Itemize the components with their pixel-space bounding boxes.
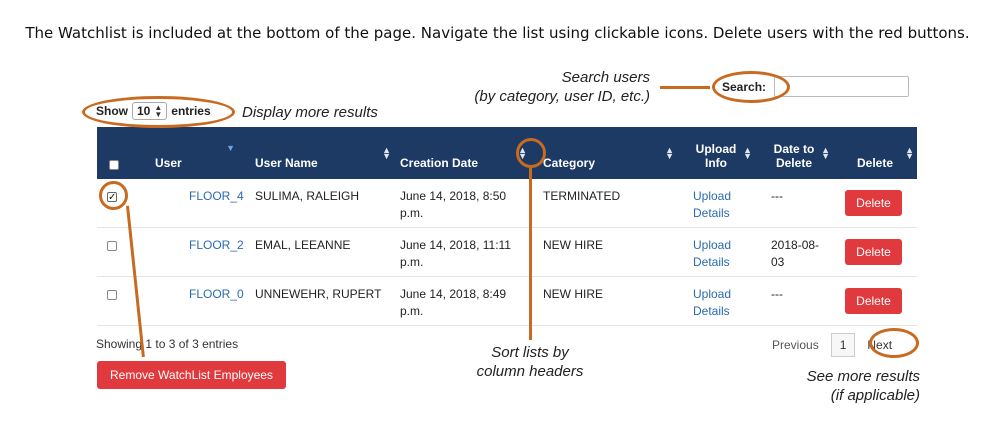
upload-details-line2: Details (693, 304, 730, 318)
header-category[interactable]: Category ▲ ▼ (537, 127, 677, 179)
creation-date-cell: June 14, 2018, 8:49 p.m. (394, 277, 537, 325)
sort-icon: ▲ ▼ (821, 145, 830, 161)
category-cell: NEW HIRE (543, 238, 603, 252)
sort-icon: ▲ ▼ (743, 145, 752, 161)
header-user-label: User (155, 156, 182, 170)
sort-highlight-ring (516, 138, 546, 168)
user-name-cell: SULIMA, RALEIGH (255, 189, 360, 203)
user-link[interactable]: FLOOR_2 (189, 238, 244, 252)
category-cell: TERMINATED (543, 189, 621, 203)
sort-icon: ▲ ▼ (905, 145, 914, 161)
table-body: FLOOR_4 SULIMA, RALEIGH June 14, 2018, 8… (97, 179, 917, 326)
search-callout: Search users (by category, user ID, etc.… (450, 68, 650, 106)
date-to-delete-line2: 03 (771, 255, 785, 269)
upload-details-line2: Details (693, 255, 730, 269)
delete-button[interactable]: Delete (845, 288, 902, 314)
show-entries-highlight-ring (82, 96, 235, 128)
checkbox-highlight-ring (99, 181, 128, 210)
date-to-delete-cell: 2018-08- 03 (755, 228, 833, 276)
header-delete-label: Delete (856, 156, 894, 170)
table-row: FLOOR_4 SULIMA, RALEIGH June 14, 2018, 8… (97, 179, 917, 228)
search-callout-line2: (by category, user ID, etc.) (474, 88, 650, 105)
page-1-button[interactable]: 1 (830, 333, 856, 357)
header-user[interactable]: User ▼ (137, 127, 249, 179)
date-to-delete-line1: --- (771, 287, 783, 301)
previous-button[interactable]: Previous (766, 338, 831, 352)
watchlist-table: User ▼ User Name ▲ ▼ Creation Date ▲ ▼ Cat… (97, 127, 917, 326)
creation-date-cell: June 14, 2018, 11:11 p.m. (394, 228, 537, 276)
upload-details-line2: Details (693, 206, 730, 220)
creation-date-cell: June 14, 2018, 8:50 p.m. (394, 179, 537, 227)
date-to-delete-cell: --- (755, 179, 833, 227)
category-cell: NEW HIRE (543, 287, 603, 301)
upload-details-line1: Upload (693, 287, 732, 301)
table-row: FLOOR_2 EMAL, LEEANNE June 14, 2018, 11:… (97, 228, 917, 277)
header-date-to-delete[interactable]: Date to Delete ▲ ▼ (755, 127, 833, 179)
creation-date-line2: p.m. (400, 206, 424, 220)
remove-watchlist-button[interactable]: Remove WatchList Employees (97, 361, 286, 389)
search-callout-line (660, 86, 710, 89)
date-to-delete-cell: --- (755, 277, 833, 325)
header-user-name-label: User Name (255, 156, 318, 170)
table-info: Showing 1 to 3 of 3 entries (96, 337, 239, 351)
header-user-name[interactable]: User Name ▲ ▼ (249, 127, 394, 179)
display-more-callout: Display more results (242, 104, 378, 121)
header-upload-info-line2: Info (704, 156, 727, 170)
creation-date-line2: p.m. (400, 304, 424, 318)
header-date-to-delete-line2: Delete (775, 156, 812, 170)
sort-connector-line (529, 168, 532, 340)
user-name-cell: EMAL, LEEANNE (255, 238, 351, 252)
creation-date-line1: June 14, 2018, 8:50 (400, 189, 507, 203)
sort-desc-icon: ▼ (226, 143, 235, 153)
date-to-delete-line1: 2018-08- (771, 238, 820, 252)
header-creation-date-label: Creation Date (400, 156, 479, 170)
sort-icon: ▲ ▼ (382, 145, 391, 161)
search-callout-line1: Search users (561, 69, 650, 86)
header-category-label: Category (543, 156, 596, 170)
upload-details-link[interactable]: Upload Details (677, 228, 755, 276)
creation-date-line1: June 14, 2018, 11:11 (400, 238, 511, 252)
delete-button[interactable]: Delete (845, 239, 902, 265)
header-upload-info-line1: Upload (695, 142, 737, 156)
see-more-callout: See more results (if applicable) (760, 367, 920, 405)
upload-details-link[interactable]: Upload Details (677, 179, 755, 227)
see-more-callout-line2: (if applicable) (830, 387, 920, 404)
header-select-all[interactable] (97, 127, 137, 179)
sort-callout-line1: Sort lists by (491, 344, 569, 361)
creation-date-line2: p.m. (400, 255, 424, 269)
date-to-delete-line1: --- (771, 189, 783, 203)
search-highlight-ring (712, 71, 790, 103)
header-date-to-delete-label: Date to Delete (774, 142, 815, 170)
sort-icon: ▲ ▼ (665, 145, 674, 161)
user-link[interactable]: FLOOR_4 (189, 189, 244, 203)
upload-details-link[interactable]: Upload Details (677, 277, 755, 325)
row-checkbox[interactable] (107, 290, 117, 300)
header-delete[interactable]: Delete ▲ ▼ (833, 127, 917, 179)
search-input[interactable] (774, 76, 910, 97)
user-name-cell: UNNEWEHR, RUPERT (255, 287, 382, 301)
header-upload-info-label: Upload Info (696, 142, 737, 170)
next-highlight-ring (869, 328, 919, 358)
user-link[interactable]: FLOOR_0 (189, 287, 244, 301)
instruction-text: The Watchlist is included at the bottom … (25, 24, 970, 42)
row-checkbox[interactable] (107, 241, 117, 251)
creation-date-line1: June 14, 2018, 8:49 (400, 287, 507, 301)
delete-button[interactable]: Delete (845, 190, 902, 216)
upload-details-line1: Upload (693, 238, 732, 252)
select-all-checkbox[interactable] (109, 160, 119, 170)
table-row: FLOOR_0 UNNEWEHR, RUPERT June 14, 2018, … (97, 277, 917, 326)
sort-callout: Sort lists by column headers (460, 343, 600, 381)
table-header: User ▼ User Name ▲ ▼ Creation Date ▲ ▼ Cat… (97, 127, 917, 179)
header-upload-info[interactable]: Upload Info ▲ ▼ (677, 127, 755, 179)
header-date-to-delete-line1: Date to (773, 142, 815, 156)
sort-callout-line2: column headers (476, 363, 584, 380)
see-more-callout-line1: See more results (806, 368, 920, 385)
upload-details-line1: Upload (693, 189, 732, 203)
